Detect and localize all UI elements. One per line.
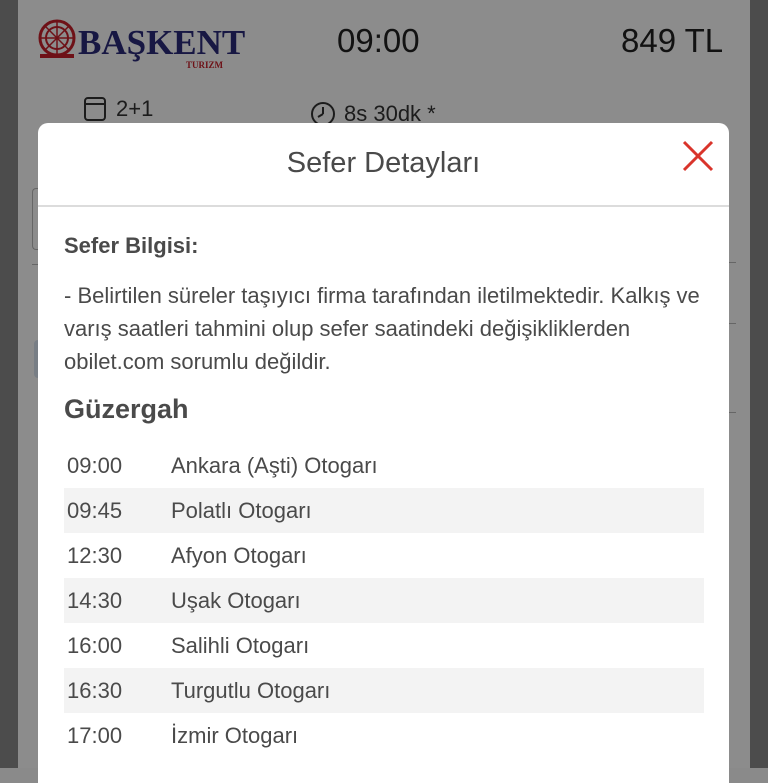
stop-name: İzmir Otogarı	[171, 722, 299, 748]
route-stop: 12:30 Afyon Otogarı	[64, 533, 704, 578]
trip-info-heading: Sefer Bilgisi:	[64, 233, 199, 258]
route-stop: 14:30 Uşak Otogarı	[64, 578, 704, 623]
trip-details-modal: Sefer Detayları Sefer Bilgisi: - Belirti…	[38, 123, 729, 783]
modal-body: Sefer Bilgisi: - Belirtilen süreler taşı…	[38, 207, 729, 758]
stop-time: 16:30	[67, 677, 123, 703]
stop-name: Afyon Otogarı	[171, 542, 307, 568]
stop-time: 09:00	[67, 452, 123, 478]
stop-name: Polatlı Otogarı	[171, 497, 312, 523]
stop-time: 17:00	[67, 722, 123, 748]
route-stop: 16:30 Turgutlu Otogarı	[64, 668, 704, 713]
stop-name: Ankara (Aşti) Otogarı	[171, 452, 378, 478]
modal-header: Sefer Detayları	[38, 123, 729, 207]
route-stop: 17:00 İzmir Otogarı	[64, 713, 704, 758]
stop-time: 12:30	[67, 542, 123, 568]
stop-name: Salihli Otogarı	[171, 632, 310, 658]
stop-time: 09:45	[67, 497, 123, 523]
modal-title: Sefer Detayları	[286, 147, 481, 179]
close-button[interactable]	[681, 139, 715, 173]
route-stop: 16:00 Salihli Otogarı	[64, 623, 704, 668]
route-list: 09:00 Ankara (Aşti) Otogarı 09:45 Polatl…	[64, 443, 704, 758]
route-stop: 09:00 Ankara (Aşti) Otogarı	[64, 443, 704, 488]
trip-info-text: - Belirtilen süreler taşıyıcı firma tara…	[64, 283, 700, 374]
stop-name: Uşak Otogarı	[171, 587, 301, 613]
stop-time: 16:00	[67, 632, 123, 658]
close-icon[interactable]	[681, 139, 715, 173]
route-stop: 09:45 Polatlı Otogarı	[64, 488, 704, 533]
stop-time: 14:30	[67, 587, 123, 613]
route-heading: Güzergah	[64, 394, 189, 424]
stop-name: Turgutlu Otogarı	[171, 677, 331, 703]
